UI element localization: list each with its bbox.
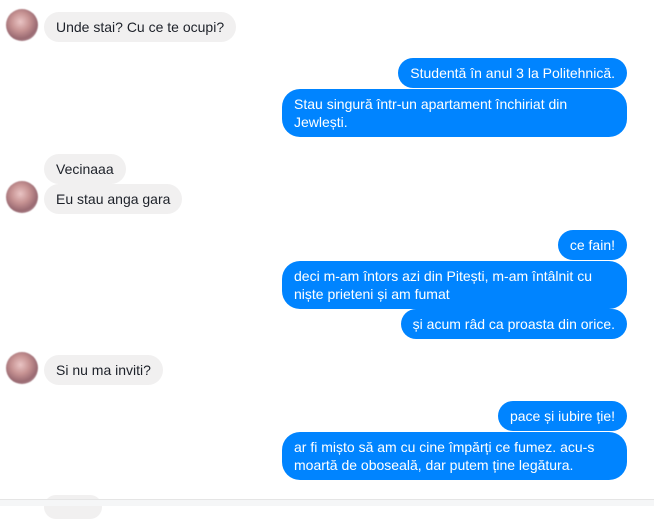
- outgoing-message[interactable]: deci m-am întors azi din Pitești, m-am î…: [282, 261, 627, 309]
- composer-edge: [0, 499, 654, 506]
- contact-avatar[interactable]: [6, 9, 38, 41]
- outgoing-message[interactable]: și acum râd ca proasta din orice.: [400, 309, 627, 339]
- outgoing-message[interactable]: pace și iubire ție!: [497, 401, 627, 431]
- incoming-message[interactable]: Eu stau anga gara: [44, 184, 183, 214]
- outgoing-message[interactable]: Stau singură într-un apartament închiria…: [282, 89, 627, 137]
- contact-avatar[interactable]: [6, 181, 38, 213]
- outgoing-message[interactable]: Studentă în anul 3 la Politehnică.: [398, 58, 627, 88]
- message-thread: Unde stai? Cu ce te ocupi? Studentă în a…: [0, 0, 654, 519]
- contact-avatar[interactable]: [6, 352, 38, 384]
- incoming-message[interactable]: Si nu ma inviti?: [44, 355, 163, 385]
- incoming-message[interactable]: Vecinaaa: [44, 154, 126, 184]
- outgoing-message[interactable]: ce fain!: [557, 230, 627, 260]
- outgoing-message[interactable]: ar fi mișto să am cu cine împărți ce fum…: [282, 432, 627, 480]
- incoming-message[interactable]: Unde stai? Cu ce te ocupi?: [44, 12, 237, 42]
